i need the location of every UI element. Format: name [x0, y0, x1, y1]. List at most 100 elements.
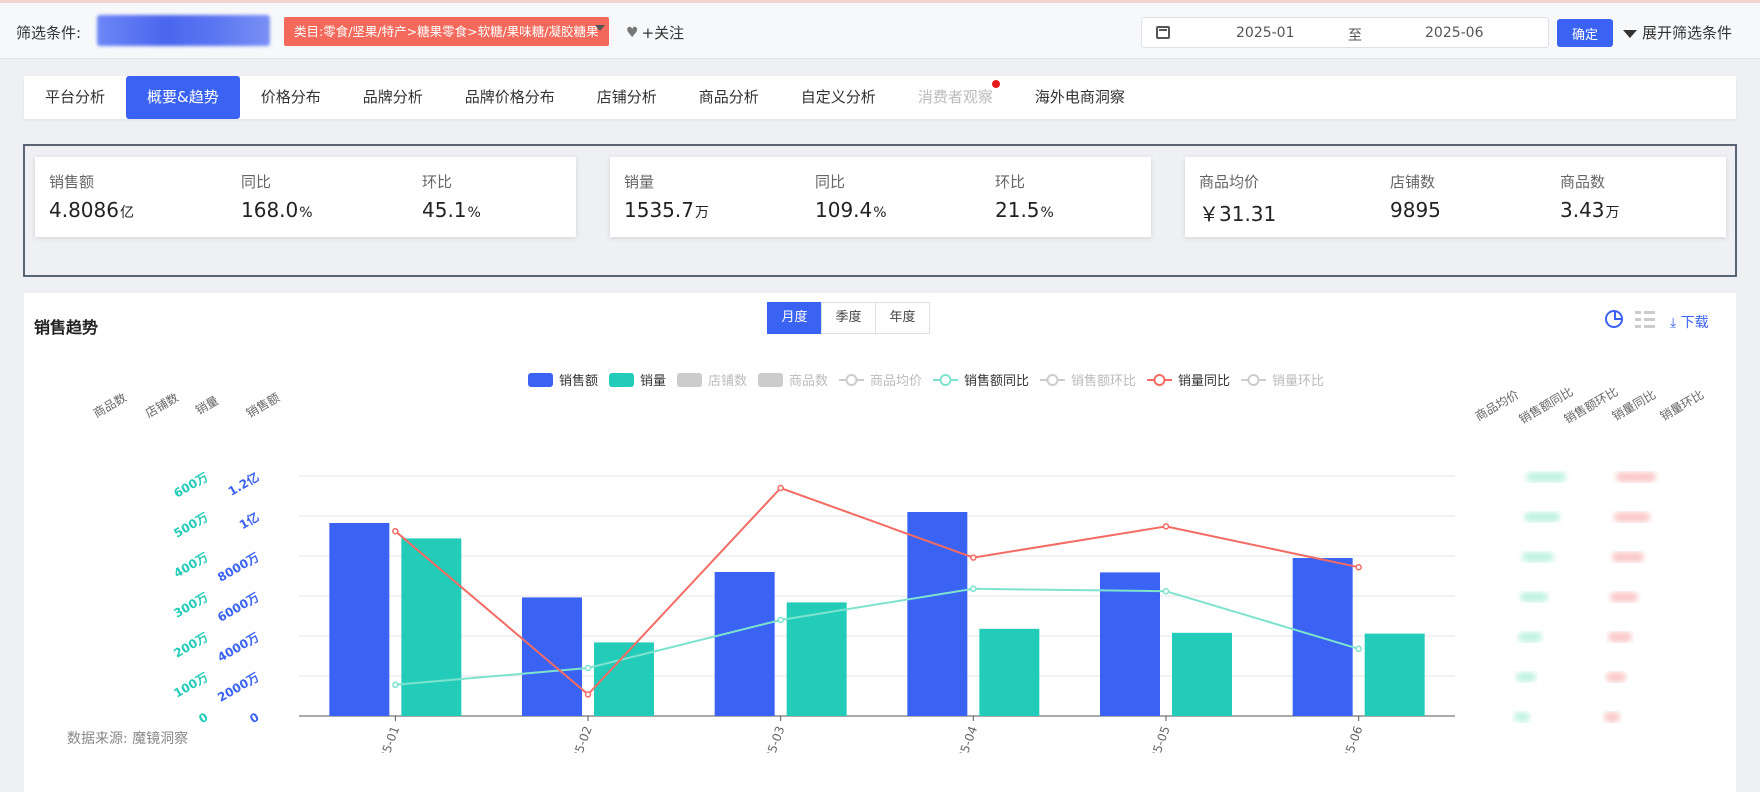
date-from[interactable]: 2025-01 [1236, 25, 1295, 41]
tab-label: 海外电商洞察 [1034, 88, 1125, 106]
blurred-right-tick [1614, 512, 1650, 522]
date-range-picker[interactable]: 2025-01 至 2025-06 [1141, 17, 1549, 48]
kpi-card-price: 商品均价 ￥31.31 店铺数 9895 商品数 3.43万 [1185, 157, 1726, 237]
bar-volume [401, 538, 462, 716]
y-tick-sales: 4000万 [215, 630, 261, 665]
kpi-label: 商品均价 [1199, 173, 1260, 191]
kpi-label: 店铺数 [1390, 173, 1436, 191]
legend-label: 销售额同比 [964, 373, 1029, 389]
line-point [970, 585, 977, 593]
kpi-value: ￥31.31 [1199, 202, 1277, 226]
kpi-volume-mom: 环比 21.5% [995, 171, 1054, 222]
blurred-right-tick [1522, 552, 1554, 562]
tab-product[interactable]: 商品分析 [678, 76, 780, 119]
kpi-label: 环比 [422, 173, 453, 191]
sales-trend-chart: 0 2000万 4000万 6000万 8000万 1亿 1.2亿 0 100万 200万 300万… [90, 373, 1707, 753]
line-point [392, 527, 399, 535]
left-axis-title: 销量 [193, 393, 221, 417]
y-tick-sales: 8000万 [215, 550, 261, 585]
kpi-products: 商品数 3.43万 [1560, 171, 1620, 222]
legend-swatch [758, 373, 783, 387]
expand-filter-button[interactable]: 展开筛选条件 [1623, 22, 1732, 43]
blurred-right-tick [1518, 632, 1542, 642]
legend-swatch [1247, 374, 1260, 386]
x-tick-label: 2025-04 [950, 724, 980, 753]
legend-label: 销量同比 [1178, 374, 1230, 389]
calendar-icon [1156, 26, 1170, 39]
kpi-label: 同比 [815, 173, 846, 191]
kpi-value: 168.0% [241, 198, 313, 222]
y-tick-volume: 300万 [171, 590, 210, 621]
tab-label: 价格分布 [260, 88, 321, 106]
tab-shop[interactable]: 店铺分析 [576, 76, 678, 119]
blurred-right-tick [1606, 672, 1626, 682]
bar-sales [1100, 572, 1160, 716]
legend-swatch [677, 373, 702, 387]
pie-chart-icon[interactable] [1605, 310, 1623, 328]
table-view-icon[interactable] [1635, 310, 1655, 328]
period-switch: 月度 季度 年度 [767, 302, 930, 334]
right-axis-title: 商品均价 [1472, 387, 1521, 424]
tab-label: 品牌价格分布 [464, 88, 555, 106]
filter-blurred-selection[interactable] [97, 15, 270, 46]
period-monthly[interactable]: 月度 [767, 302, 822, 334]
legend-label: 销量 [640, 374, 666, 389]
bar-sales [329, 523, 390, 716]
category-tag[interactable]: 类目:零食/坚果/特产>糖果零食>软糖/果味糖/凝胶糖果 [284, 17, 609, 46]
x-tick-label: 2025-03 [757, 724, 787, 753]
legend-swatch [528, 373, 553, 387]
line-point [584, 691, 592, 698]
tab-price-distribution[interactable]: 价格分布 [240, 76, 342, 119]
y-tick-volume: 0 [196, 710, 210, 726]
kpi-value: 45.1% [422, 198, 481, 222]
chevron-down-icon[interactable] [595, 25, 605, 31]
bar-volume [979, 628, 1040, 716]
kpi-panel: 销售额 4.8086亿 同比 168.0% 环比 45.1% 销量 1535.7… [23, 144, 1737, 277]
tab-overseas[interactable]: 海外电商洞察 [1014, 76, 1146, 119]
download-button[interactable]: ⤓ 下载 [1670, 312, 1709, 332]
tab-label: 商品分析 [698, 88, 759, 106]
expand-filter-label: 展开筛选条件 [1642, 24, 1733, 42]
x-tick-label: 2025-06 [1335, 724, 1365, 753]
date-separator: 至 [1348, 28, 1362, 44]
kpi-shops: 店铺数 9895 [1390, 171, 1441, 222]
x-tick-label: 2025-02 [565, 724, 595, 753]
follow-button[interactable]: ♥ +关注 [626, 22, 684, 43]
left-axis-title: 商品数 [90, 390, 129, 421]
date-to[interactable]: 2025-06 [1425, 25, 1484, 41]
legend-label: 销量环比 [1272, 374, 1324, 389]
confirm-button[interactable]: 确定 [1557, 19, 1613, 47]
y-tick-sales: 0 [247, 710, 261, 726]
tab-overview-trend[interactable]: 概要&趋势 [126, 76, 240, 119]
kpi-sales-mom: 环比 45.1% [422, 171, 481, 222]
right-axis-title: 销量环比 [1658, 387, 1707, 423]
y-tick-volume: 500万 [171, 510, 210, 541]
filter-bar: 筛选条件: 类目:零食/坚果/特产>糖果零食>软糖/果味糖/凝胶糖果 ♥ +关注… [0, 0, 1760, 59]
blurred-right-tick [1608, 632, 1632, 642]
tab-consumer[interactable]: 消费者观察 [897, 76, 1014, 119]
x-tick-label: 2025-05 [1143, 724, 1173, 753]
kpi-sales-yoy: 同比 168.0% [241, 171, 313, 222]
tab-platform[interactable]: 平台分析 [24, 76, 126, 119]
line-point [970, 554, 977, 561]
line-point [1355, 563, 1362, 571]
legend-label: 销售额 [559, 373, 598, 389]
period-yearly[interactable]: 年度 [875, 302, 930, 334]
kpi-card-volume: 销量 1535.7万 同比 109.4% 环比 21.5% [610, 157, 1151, 237]
bar-volume [1172, 632, 1232, 716]
y-tick-volume: 400万 [171, 550, 210, 581]
kpi-value: 1535.7万 [624, 198, 709, 222]
period-quarterly[interactable]: 季度 [821, 302, 876, 334]
tab-brand[interactable]: 品牌分析 [342, 76, 444, 119]
tab-custom[interactable]: 自定义分析 [780, 76, 897, 119]
kpi-value: 3.43万 [1560, 198, 1620, 222]
tab-brand-price[interactable]: 品牌价格分布 [444, 76, 576, 119]
download-label: 下载 [1680, 315, 1709, 331]
blurred-right-tick [1524, 512, 1560, 522]
follow-label: +关注 [641, 24, 685, 42]
legend-label: 商品均价 [870, 374, 922, 389]
y-tick-volume: 600万 [171, 470, 210, 501]
legend-label: 商品数 [789, 374, 828, 389]
bar-volume [786, 602, 847, 716]
kpi-label: 环比 [995, 173, 1026, 191]
